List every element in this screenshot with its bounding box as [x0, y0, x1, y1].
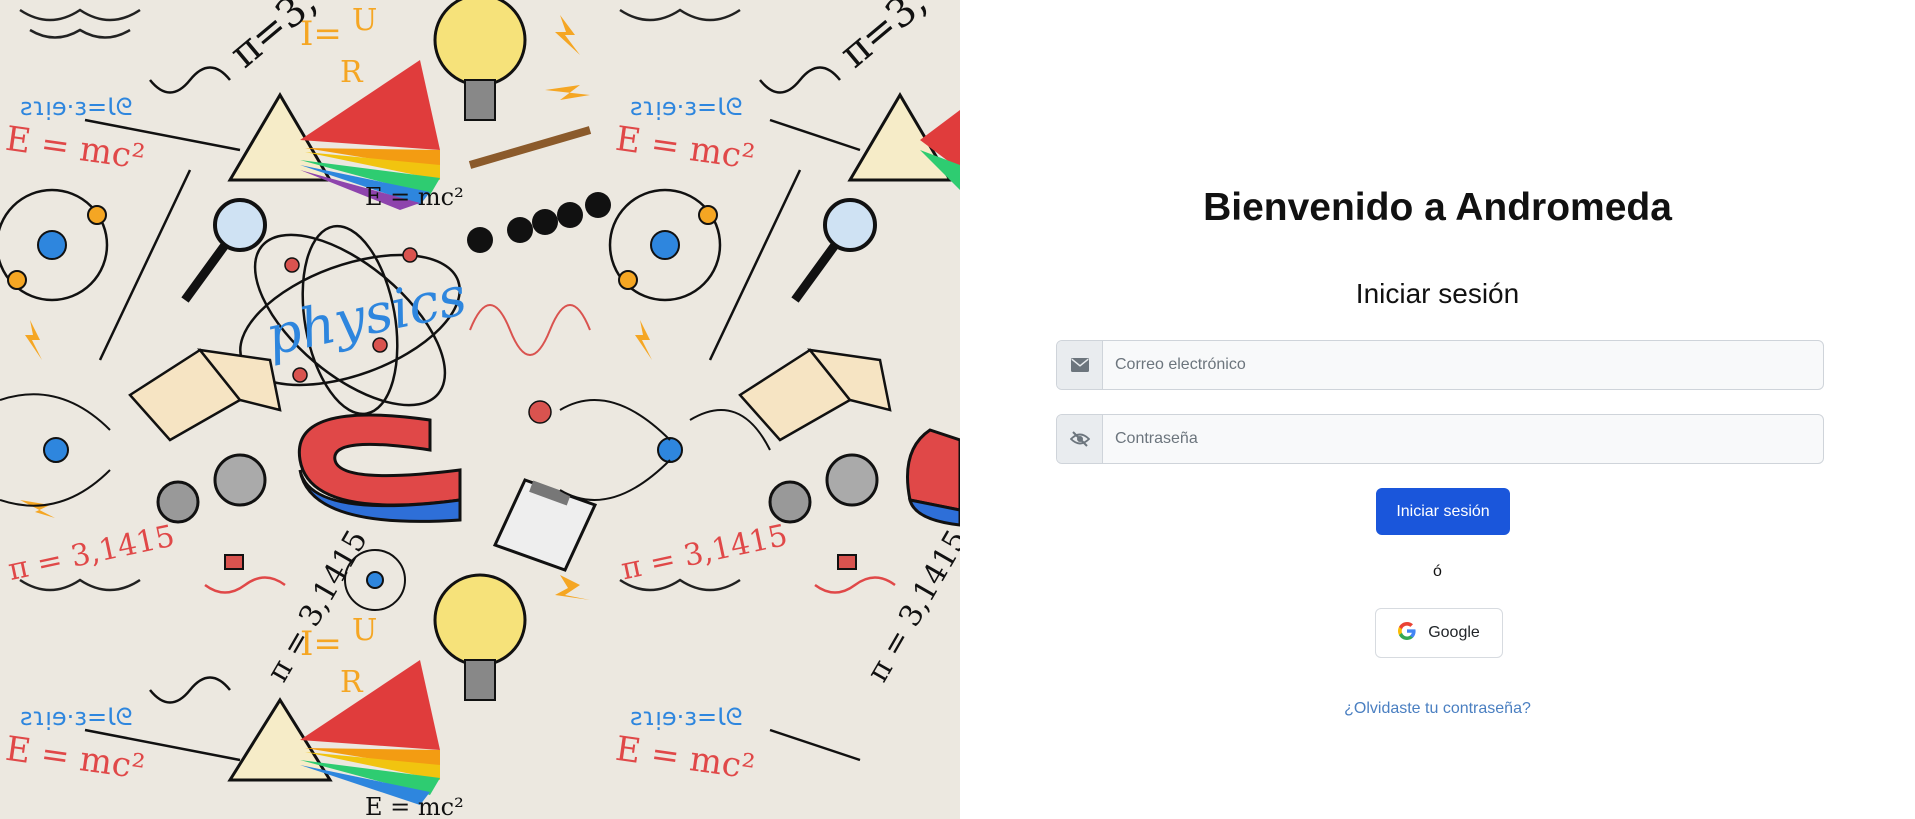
mirror-pi-text-2: ƨɿᴉɘ·ɜ=Ɩᘓ	[20, 703, 133, 731]
ohm-r-text-2: R	[340, 665, 364, 700]
eye-slash-icon[interactable]	[1057, 415, 1103, 463]
login-panel: Bienvenido a Andromeda Iniciar sesión Co…	[960, 0, 1915, 819]
or-separator: ó	[1433, 563, 1442, 580]
ohm-i-text-2: I=	[300, 624, 342, 664]
ohm-r-text: R	[340, 55, 364, 90]
ohm-u-text: U	[352, 3, 377, 38]
email-input[interactable]	[1103, 341, 1823, 389]
ohm-u-text-2: U	[352, 613, 377, 648]
mirror-pi-text: ƨɿᴉɘ·ɜ=Ɩᘓ	[20, 93, 133, 121]
emc2-small-text: E = mc²	[365, 183, 464, 211]
page: physics E = mc² E = mc² E = mc² E = mc² …	[0, 0, 1915, 819]
password-input[interactable]	[1103, 415, 1823, 463]
page-title: Bienvenido a Andromeda	[1203, 186, 1672, 229]
email-field[interactable]	[1056, 340, 1824, 390]
envelope-icon	[1057, 341, 1103, 389]
google-icon	[1398, 621, 1416, 645]
emc2-small-text-2: E = mc²	[365, 793, 464, 819]
mirror-pi-text-3: ƨɿᴉɘ·ɜ=Ɩᘓ	[630, 93, 743, 121]
google-login-button[interactable]: Google	[1375, 608, 1503, 658]
hero-illustration: physics E = mc² E = mc² E = mc² E = mc² …	[0, 0, 960, 819]
forgot-password-link[interactable]: ¿Olvidaste tu contraseña?	[960, 700, 1915, 718]
form-heading: Iniciar sesión	[1355, 278, 1520, 309]
login-button[interactable]: Iniciar sesión	[1376, 488, 1510, 535]
password-field[interactable]	[1056, 414, 1824, 464]
physics-doodle-pattern: physics E = mc² E = mc² E = mc² E = mc² …	[0, 0, 960, 819]
google-button-label: Google	[1428, 624, 1480, 641]
mirror-pi-text-4: ƨɿᴉɘ·ɜ=Ɩᘓ	[630, 703, 743, 731]
